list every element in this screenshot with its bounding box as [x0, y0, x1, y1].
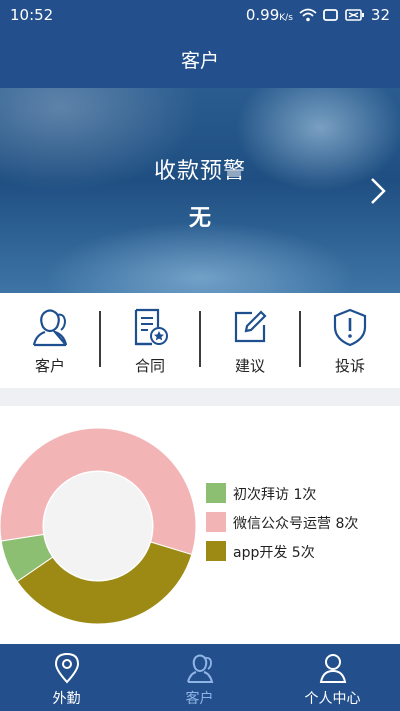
tab-label: 客户: [185, 691, 214, 707]
status-bar: 10:52 0.99K/s 32: [0, 0, 400, 30]
banner-label: 收款预警: [153, 159, 246, 184]
quick-action-contract[interactable]: 合同: [100, 293, 200, 388]
quick-action-customer[interactable]: 客户: [0, 293, 100, 388]
network-speed: 0.99K/s: [245, 6, 293, 24]
tab-label: 个人中心: [304, 691, 361, 707]
title-bar: 客户: [0, 30, 400, 88]
legend-swatch: [206, 541, 226, 561]
location-pin-icon: [54, 652, 80, 684]
battery-icon: [345, 9, 364, 21]
edit-icon: [234, 310, 267, 343]
section-gap: [0, 388, 400, 406]
battery-level: 32: [370, 6, 390, 24]
person-icon: [319, 654, 347, 683]
contract-icon: [134, 308, 168, 346]
banner-value: 无: [188, 206, 211, 231]
quick-action-complaint[interactable]: 投诉: [300, 293, 400, 388]
shield-alert-icon: [333, 308, 367, 347]
quick-action-label: 投诉: [334, 357, 365, 375]
sim-icon: [323, 9, 338, 21]
users-icon: [187, 654, 214, 683]
legend-label: 初次拜访 1次: [233, 487, 317, 503]
tab-profile[interactable]: 个人中心: [266, 644, 399, 711]
visit-chart-panel: 初次拜访 1次 微信公众号运营 8次 app开发 5次: [0, 406, 400, 644]
status-time: 10:52: [10, 6, 54, 24]
page-title: 客户: [180, 50, 219, 72]
quick-action-label: 客户: [34, 357, 65, 375]
legend-swatch: [206, 512, 226, 532]
donut-chart: [0, 427, 197, 625]
payment-alert-banner[interactable]: 收款预警 无: [0, 88, 400, 293]
chevron-right-icon[interactable]: [366, 176, 390, 206]
quick-action-label: 合同: [134, 357, 165, 375]
wifi-icon: [299, 8, 317, 22]
bottom-tab-bar: 外勤 客户 个人中心: [0, 644, 400, 711]
tab-customer[interactable]: 客户: [133, 644, 266, 711]
quick-actions: 客户 合同 建议 投诉: [0, 293, 400, 388]
legend-swatch: [206, 483, 226, 503]
quick-action-suggestion[interactable]: 建议: [200, 293, 300, 388]
legend-label: 微信公众号运营 8次: [233, 516, 359, 532]
status-icons: 0.99K/s 32: [246, 6, 390, 24]
legend-label: app开发 5次: [233, 545, 315, 561]
user-icon: [32, 309, 68, 347]
donut-hole: [44, 472, 152, 580]
quick-action-label: 建议: [234, 357, 265, 375]
tab-field-work[interactable]: 外勤: [0, 644, 133, 711]
tab-label: 外勤: [52, 691, 81, 707]
